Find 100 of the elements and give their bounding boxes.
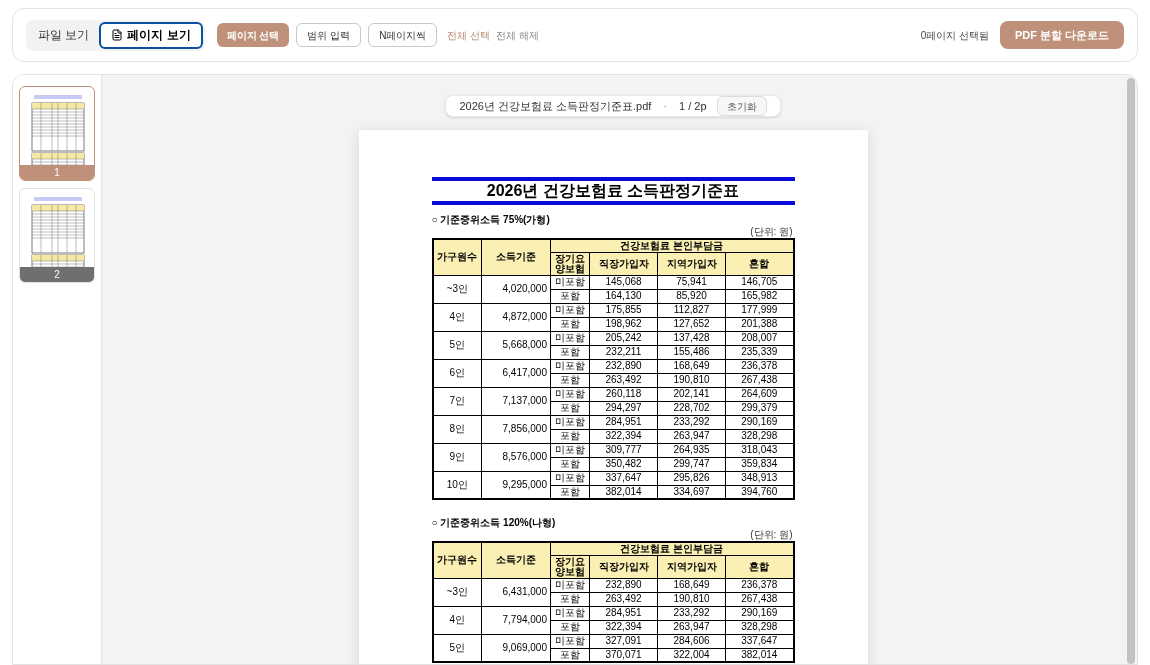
- table-cell: 309,777: [589, 443, 658, 457]
- mode-button[interactable]: N페이지씩: [368, 23, 438, 47]
- column-header: 소득기준: [481, 239, 551, 275]
- table-cell: 5,668,000: [481, 331, 551, 359]
- view-tab[interactable]: 파일 보기: [28, 21, 100, 49]
- reset-button[interactable]: 초기화: [716, 96, 767, 116]
- table-cell: 263,492: [589, 592, 658, 606]
- table-cell: 284,951: [589, 606, 658, 620]
- table-cell: 8,576,000: [481, 443, 551, 471]
- table-cell: 미포함: [550, 387, 590, 401]
- table-cell: 4,872,000: [481, 303, 551, 331]
- select-all-link[interactable]: 전체 선택: [447, 27, 491, 43]
- page-thumbnail[interactable]: 2: [19, 188, 95, 283]
- table-cell: 328,298: [725, 620, 794, 634]
- table-cell: 포함: [550, 429, 590, 443]
- table-cell: ~3인: [432, 578, 482, 606]
- table-cell: 228,702: [657, 401, 726, 415]
- table-cell: 177,999: [725, 303, 794, 317]
- table-cell: 165,982: [725, 289, 794, 303]
- table-cell: 포함: [550, 620, 590, 634]
- table-cell: 299,747: [657, 457, 726, 471]
- table-cell: 322,394: [589, 620, 658, 634]
- table-cell: 5인: [432, 331, 482, 359]
- table-cell: 포함: [550, 457, 590, 471]
- table-cell: 348,913: [725, 471, 794, 485]
- table-cell: 7,137,000: [481, 387, 551, 415]
- column-header: 가구원수: [432, 542, 482, 578]
- table-cell: 264,935: [657, 443, 726, 457]
- table-cell: 236,378: [725, 359, 794, 373]
- table-cell: 미포함: [550, 578, 590, 592]
- table-cell: 85,920: [657, 289, 726, 303]
- table-cell: 4인: [432, 303, 482, 331]
- table-cell: 미포함: [550, 275, 590, 289]
- table-cell: 175,855: [589, 303, 658, 317]
- table-cell: 포함: [550, 317, 590, 331]
- table-cell: 263,947: [657, 429, 726, 443]
- table-cell: 263,492: [589, 373, 658, 387]
- table-cell: 359,834: [725, 457, 794, 471]
- table-cell: 295,826: [657, 471, 726, 485]
- table-cell: 290,169: [725, 606, 794, 620]
- table-cell: 190,810: [657, 592, 726, 606]
- table-cell: 294,297: [589, 401, 658, 415]
- table-cell: 232,211: [589, 345, 658, 359]
- page-number-label: 2: [20, 267, 94, 282]
- table-cell: 포함: [550, 592, 590, 606]
- selection-count: 0페이지 선택됨: [920, 28, 989, 43]
- table-cell: 미포함: [550, 606, 590, 620]
- table-cell: 235,339: [725, 345, 794, 359]
- separator-dot: ·: [663, 98, 668, 114]
- page-thumbnail[interactable]: 1: [19, 86, 95, 181]
- table-cell: 미포함: [550, 359, 590, 373]
- table-cell: 4인: [432, 606, 482, 634]
- column-header: 건강보험료 본인부담금: [550, 239, 794, 252]
- section-heading: ○ 기준중위소득 120%(나형): [431, 517, 557, 529]
- table-cell: 337,647: [725, 634, 794, 648]
- table-cell: 327,091: [589, 634, 658, 648]
- table-cell: 164,130: [589, 289, 658, 303]
- table-cell: 299,379: [725, 401, 794, 415]
- table-cell: 4,020,000: [481, 275, 551, 303]
- deselect-all-link[interactable]: 전체 해제: [496, 27, 540, 43]
- table-cell: 284,606: [657, 634, 726, 648]
- table-cell: 322,394: [589, 429, 658, 443]
- table-cell: 155,486: [657, 345, 726, 359]
- table-cell: 284,951: [589, 415, 658, 429]
- table-cell: 7,794,000: [481, 606, 551, 634]
- table-cell: 202,141: [657, 387, 726, 401]
- table-cell: 112,827: [657, 303, 726, 317]
- table-cell: 7인: [432, 387, 482, 415]
- table-cell: 137,428: [657, 331, 726, 345]
- table-cell: 337,647: [589, 471, 658, 485]
- scrollbar[interactable]: [1124, 75, 1137, 664]
- table-cell: 미포함: [550, 443, 590, 457]
- table-cell: 포함: [550, 345, 590, 359]
- table-cell: 208,007: [725, 331, 794, 345]
- table-cell: 미포함: [550, 415, 590, 429]
- mode-button[interactable]: 페이지 선택: [216, 23, 290, 47]
- table-cell: 75,941: [657, 275, 726, 289]
- table-cell: 232,890: [589, 578, 658, 592]
- table-cell: 6,417,000: [481, 359, 551, 387]
- table-cell: 미포함: [550, 634, 590, 648]
- table-cell: 267,438: [725, 592, 794, 606]
- table-cell: 260,118: [589, 387, 658, 401]
- mode-button[interactable]: 범위 입력: [296, 23, 362, 47]
- table-cell: 6인: [432, 359, 482, 387]
- table-cell: 267,438: [725, 373, 794, 387]
- table-cell: 350,482: [589, 457, 658, 471]
- table-cell: 318,043: [725, 443, 794, 457]
- column-header: 가구원수: [432, 239, 482, 275]
- unit-label: (단위: 원): [750, 529, 793, 541]
- table-cell: 233,292: [657, 606, 726, 620]
- view-tab[interactable]: 페이지 보기: [99, 21, 203, 49]
- document-icon: [111, 29, 124, 41]
- page-indicator: 1 / 2p: [679, 98, 707, 114]
- table-cell: 6,431,000: [481, 578, 551, 606]
- unit-label: (단위: 원): [750, 226, 793, 238]
- page-number-label: 1: [20, 165, 94, 180]
- table-cell: 232,890: [589, 359, 658, 373]
- table-cell: 263,947: [657, 620, 726, 634]
- download-button[interactable]: PDF 분할 다운로드: [1000, 21, 1124, 49]
- document-title: 2026년 건강보험료 소득판정기준표: [431, 177, 795, 205]
